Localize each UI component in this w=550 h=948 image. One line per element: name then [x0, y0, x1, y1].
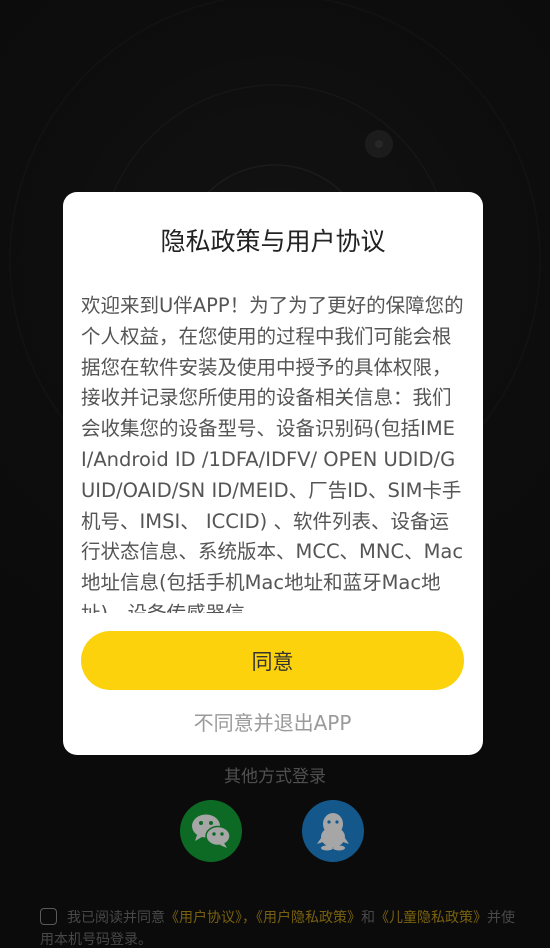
agree-button[interactable]: 同意 — [81, 631, 464, 690]
decline-exit-button[interactable]: 不同意并退出APP — [81, 702, 464, 740]
dialog-body-text[interactable]: 欢迎来到U伴APP！为了为了更好的保障您的个人权益，在您使用的过程中我们可能会根… — [81, 291, 467, 613]
dialog-title: 隐私政策与用户协议 — [160, 227, 386, 256]
app-screen: 其他方式登录 我已阅读并同意《用户协议》，《用户隐私政策》和《儿童隐私政策》并使… — [0, 0, 550, 948]
